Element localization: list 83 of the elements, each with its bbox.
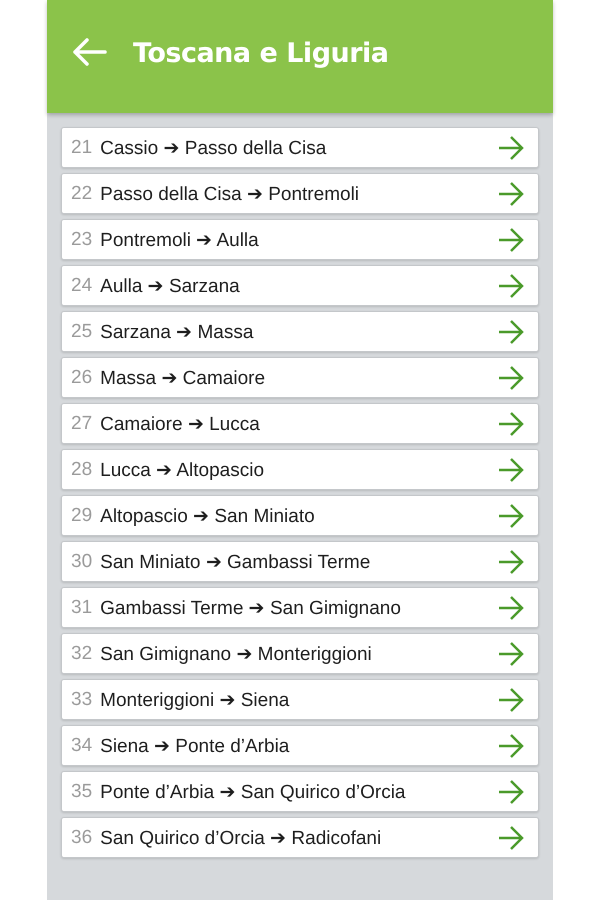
stage-route: Ponte d’Arbia ➔ San Quirico d’Orcia [100,780,407,804]
right-arrow-icon [498,550,524,574]
stage-number: 23 [71,228,92,250]
back-button[interactable] [71,36,107,66]
right-arrow-icon [498,688,524,712]
stage-number: 33 [71,688,92,710]
open-stage-button[interactable] [498,642,524,666]
stage-row[interactable]: 36 San Quirico d’Orcia ➔ Radicofani [61,817,539,858]
stage-number: 26 [71,366,92,388]
open-stage-button[interactable] [498,366,524,390]
stage-number: 27 [71,412,92,434]
right-arrow-icon [498,366,524,390]
open-stage-button[interactable] [498,734,524,758]
stage-route: Altopascio ➔ San Miniato [100,504,316,528]
stage-row[interactable]: 35 Ponte d’Arbia ➔ San Quirico d’Orcia [61,771,539,812]
stage-row[interactable]: 33 Monteriggioni ➔ Siena [61,679,539,720]
open-stage-button[interactable] [498,596,524,620]
stage-number: 29 [71,504,92,526]
stage-route: San Quirico d’Orcia ➔ Radicofani [100,826,382,850]
stage-row[interactable]: 26 Massa ➔ Camaiore [61,357,539,398]
stage-route: Massa ➔ Camaiore [100,366,266,390]
stage-row[interactable]: 29 Altopascio ➔ San Miniato [61,495,539,536]
stage-number: 30 [71,550,92,572]
open-stage-button[interactable] [498,826,524,850]
right-arrow-icon [498,136,524,160]
stage-row[interactable]: 27 Camaiore ➔ Lucca [61,403,539,444]
right-arrow-icon [498,596,524,620]
screen-title: Toscana e Liguria [133,38,389,69]
stage-number: 22 [71,182,92,204]
stage-number: 28 [71,458,92,480]
stage-number: 35 [71,780,92,802]
right-arrow-icon [498,458,524,482]
stage-row[interactable]: 34 Siena ➔ Ponte d’Arbia [61,725,539,766]
right-arrow-icon [498,734,524,758]
right-arrow-icon [498,826,524,850]
stage-row[interactable]: 28 Lucca ➔ Altopascio [61,449,539,490]
right-arrow-icon [498,642,524,666]
right-arrow-icon [498,274,524,298]
open-stage-button[interactable] [498,688,524,712]
stage-number: 31 [71,596,92,618]
stage-number: 21 [71,136,92,158]
stage-row[interactable]: 31 Gambassi Terme ➔ San Gimignano [61,587,539,628]
stage-row[interactable]: 23 Pontremoli ➔ Aulla [61,219,539,260]
stage-row[interactable]: 30 San Miniato ➔ Gambassi Terme [61,541,539,582]
right-arrow-icon [498,504,524,528]
stage-route: Camaiore ➔ Lucca [100,412,261,436]
open-stage-button[interactable] [498,182,524,206]
right-arrow-icon [498,320,524,344]
open-stage-button[interactable] [498,458,524,482]
stage-number: 36 [71,826,92,848]
stage-route: Cassio ➔ Passo della Cisa [100,136,328,160]
open-stage-button[interactable] [498,274,524,298]
right-arrow-icon [498,182,524,206]
stage-route: Passo della Cisa ➔ Pontremoli [100,182,360,206]
open-stage-button[interactable] [498,504,524,528]
stage-row[interactable]: 25 Sarzana ➔ Massa [61,311,539,352]
open-stage-button[interactable] [498,550,524,574]
right-arrow-icon [498,412,524,436]
stage-number: 34 [71,734,92,756]
open-stage-button[interactable] [498,780,524,804]
stage-route: Lucca ➔ Altopascio [100,458,266,482]
stage-route: Pontremoli ➔ Aulla [100,228,260,252]
open-stage-button[interactable] [498,412,524,436]
stage-number: 24 [71,274,92,296]
stage-route: Monteriggioni ➔ Siena [100,688,290,712]
stage-route: Sarzana ➔ Massa [100,320,254,344]
stage-number: 25 [71,320,92,342]
stage-route: Aulla ➔ Sarzana [100,274,241,298]
stage-route: San Gimignano ➔ Monteriggioni [100,642,373,666]
stage-row[interactable]: 32 San Gimignano ➔ Monteriggioni [61,633,539,674]
open-stage-button[interactable] [498,136,524,160]
back-arrow-icon [71,36,107,66]
stage-route: Gambassi Terme ➔ San Gimignano [100,596,402,620]
stage-row[interactable]: 22 Passo della Cisa ➔ Pontremoli [61,173,539,214]
stage-route: Siena ➔ Ponte d’Arbia [100,734,290,758]
stage-route: San Miniato ➔ Gambassi Terme [100,550,372,574]
stage-number: 32 [71,642,92,664]
right-arrow-icon [498,780,524,804]
open-stage-button[interactable] [498,228,524,252]
stage-row[interactable]: 21 Cassio ➔ Passo della Cisa [61,127,539,168]
stage-row[interactable]: 24 Aulla ➔ Sarzana [61,265,539,306]
right-arrow-icon [498,228,524,252]
open-stage-button[interactable] [498,320,524,344]
